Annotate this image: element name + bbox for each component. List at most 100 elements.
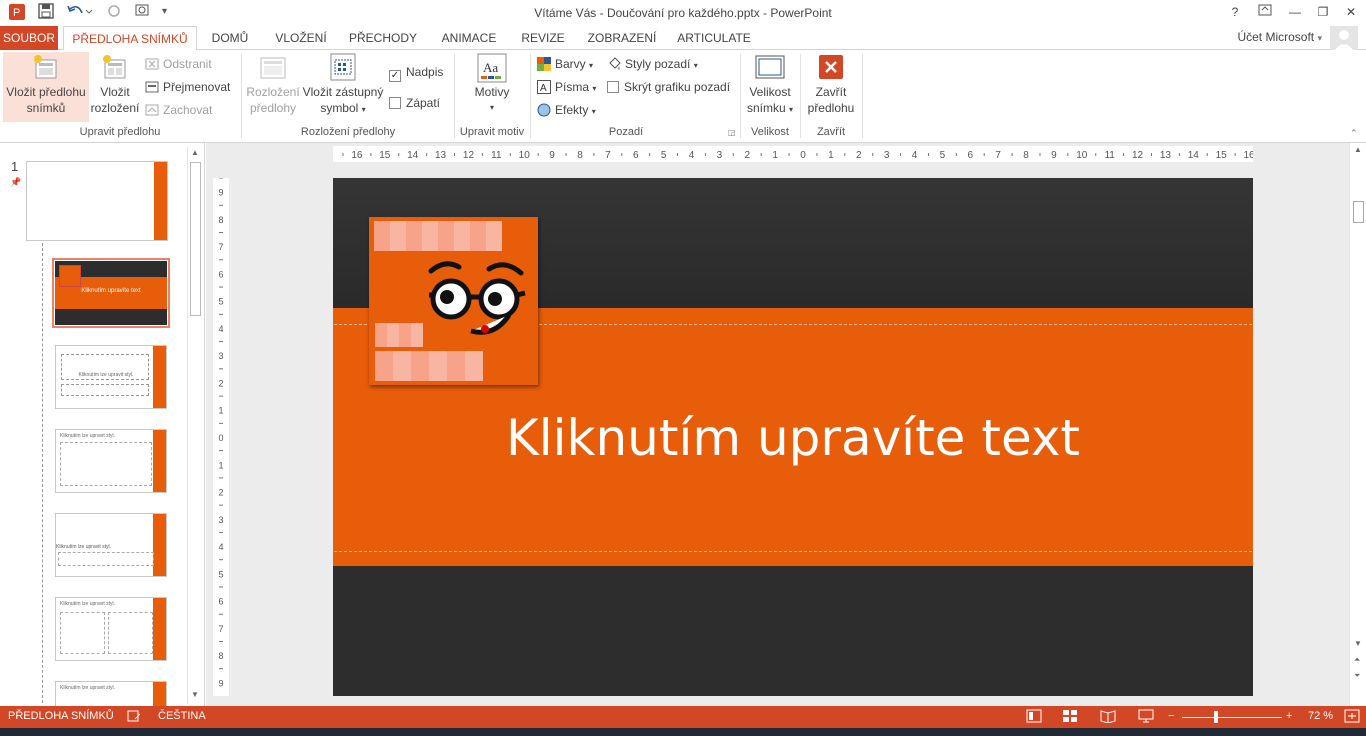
dialog-launcher-icon[interactable]: ◲: [728, 128, 736, 137]
master-layout-button[interactable]: Rozložení předlohy: [245, 52, 301, 116]
ruler-label: 13: [435, 150, 447, 161]
smiley-face-icon: [428, 261, 526, 335]
scroll-down-icon[interactable]: ▼: [1354, 639, 1362, 648]
slideshow-icon[interactable]: [1138, 709, 1154, 726]
help-button[interactable]: ?: [1224, 3, 1246, 21]
thumbnail-accent: [153, 514, 166, 576]
master-layout-label-1: Rozložení: [246, 85, 300, 99]
insert-layout-button[interactable]: Vložit rozložení: [90, 52, 140, 116]
ribbon-display-icon[interactable]: [1254, 3, 1276, 21]
master-thumbnail[interactable]: [26, 161, 168, 241]
scroll-up-icon[interactable]: ▲: [1354, 145, 1362, 154]
insert-placeholder-label-1: Vložit zástupný: [302, 85, 384, 99]
pin-icon: 📌: [10, 177, 22, 187]
collapse-ribbon-icon[interactable]: ⌃: [1350, 128, 1358, 139]
tab-articulate[interactable]: ARTICULATE: [673, 26, 755, 50]
tab-soubor[interactable]: SOUBOR: [0, 26, 58, 50]
scrollbar-thumb[interactable]: [1353, 201, 1364, 223]
tab-animace[interactable]: ANIMACE: [433, 26, 505, 50]
slide-sorter-icon[interactable]: [1062, 709, 1078, 726]
layout-thumbnail[interactable]: Kliknutím lze upravit styl.: [55, 345, 167, 409]
horizontal-ruler: 16 15 14 13 12 11 10 9 8 7 6 5 4 3 2 1 0 1 2 3 4 5 6 7 8 9 10 11 12 1…: [333, 146, 1255, 162]
rename-button[interactable]: Přejmenovat: [145, 77, 230, 97]
title-checkbox[interactable]: ✓ Nadpis: [389, 62, 443, 82]
zoom-in-button[interactable]: +: [1286, 710, 1292, 722]
scroll-down-icon[interactable]: ▼: [191, 690, 199, 699]
thumbnail-placeholder: [58, 552, 154, 566]
group-separator: [862, 54, 863, 138]
hide-background-checkbox[interactable]: Skrýt grafiku pozadí: [607, 77, 730, 97]
preserve-button[interactable]: Zachovat: [145, 100, 212, 120]
group-separator: [241, 54, 242, 138]
layout-thumbnail[interactable]: Kliknutím lze upravit styl.: [55, 513, 167, 577]
thumbnail-accent: [153, 682, 166, 706]
group-label-master-layout: Rozložení předlohy: [300, 126, 396, 138]
editor-scrollbar[interactable]: ▲ ▼ ⏶ ⏷: [1349, 143, 1366, 706]
ruler-label: 8: [218, 651, 223, 661]
close-master-button[interactable]: Zavřít předlohu: [804, 52, 858, 116]
scrollbar-thumb[interactable]: [190, 162, 201, 316]
taskbar: [0, 728, 1366, 736]
avatar[interactable]: [1330, 26, 1358, 50]
colors-button[interactable]: Barvy ▾: [537, 54, 593, 74]
window-title: Vítáme Vás - Doučování pro každého.pptx …: [534, 6, 832, 20]
zoom-slider-thumb[interactable]: [1214, 711, 1218, 723]
close-window-button[interactable]: ✕: [1340, 3, 1362, 21]
thumbnail-text: Kliknutím lze upravit styl.: [60, 685, 116, 691]
layout-thumbnail[interactable]: Kliknutím lze upravit styl.: [55, 597, 167, 661]
restore-button[interactable]: ❐: [1312, 3, 1334, 21]
insert-layout-label-1: Vložit: [100, 85, 130, 99]
ruler-label: 8: [1023, 150, 1029, 161]
layout-thumbnail[interactable]: Kliknutím lze upravit styl.: [55, 429, 167, 493]
status-language[interactable]: ČEŠTINA: [158, 710, 206, 722]
fit-to-window-icon[interactable]: [1344, 709, 1360, 726]
svg-text:A: A: [540, 83, 547, 94]
slide-canvas[interactable]: Kliknutím upravíte text: [333, 178, 1253, 696]
preserve-label: Zachovat: [163, 103, 213, 117]
master-layout-label-2: předlohy: [249, 101, 297, 115]
scroll-up-icon[interactable]: ▲: [191, 148, 199, 157]
ruler-label: 0: [800, 150, 806, 161]
themes-button[interactable]: Aa Motivy ▾: [465, 52, 519, 116]
tab-revize[interactable]: REVIZE: [514, 26, 572, 50]
effects-button[interactable]: Efekty ▾: [537, 100, 596, 120]
status-view-label: PŘEDLOHA SNÍMKŮ: [8, 710, 114, 722]
tab-prechody[interactable]: PŘECHODY: [345, 26, 421, 50]
slide-size-label-2-text: snímku: [746, 101, 786, 115]
tab-vlozeni[interactable]: VLOŽENÍ: [268, 26, 334, 50]
zoom-slider-track[interactable]: [1182, 717, 1282, 718]
next-slide-icon[interactable]: ⏷: [1354, 671, 1360, 681]
account-menu[interactable]: Účet Microsoft ▾: [1237, 30, 1322, 44]
layout-thumbnail[interactable]: Kliknutím lze upravit styl.: [55, 681, 167, 706]
checkbox-unchecked-icon: [389, 97, 401, 109]
delete-button[interactable]: Odstranit: [145, 54, 212, 74]
slide-size-button[interactable]: Velikost snímku ▾: [744, 52, 796, 118]
slide-size-icon: [754, 52, 786, 82]
footer-checkbox[interactable]: Zápatí: [389, 93, 440, 113]
minimize-button[interactable]: —: [1284, 3, 1306, 21]
fonts-button[interactable]: A Písma ▾: [537, 77, 596, 97]
previous-slide-icon[interactable]: ⏶: [1354, 655, 1360, 665]
ruler-label: 16: [1243, 150, 1253, 161]
zoom-out-button[interactable]: −: [1168, 710, 1174, 722]
thumbnail-placeholder: [60, 442, 152, 486]
layout-thumbnail-title[interactable]: Kliknutím upravíte text: [55, 261, 167, 325]
slide-title[interactable]: Kliknutím upravíte text: [333, 406, 1253, 470]
ruler-label: 6: [218, 269, 223, 279]
reading-view-icon[interactable]: [1100, 709, 1116, 726]
ruler-label: 11: [491, 150, 502, 161]
background-styles-button[interactable]: Styly pozadí ▾: [607, 54, 698, 74]
tab-predloha-snimku[interactable]: PŘEDLOHA SNÍMKŮ: [63, 26, 197, 51]
tab-domu[interactable]: DOMŮ: [200, 26, 260, 50]
zoom-level[interactable]: 72 %: [1308, 710, 1333, 722]
insert-placeholder-button[interactable]: Vložit zástupný symbol ▾: [302, 52, 384, 118]
tab-zobrazeni[interactable]: ZOBRAZENÍ: [582, 26, 662, 50]
ruler-label: 4: [218, 324, 223, 334]
notes-icon[interactable]: [127, 709, 141, 726]
insert-master-button[interactable]: Vložit předlohu snímků: [3, 52, 89, 122]
insert-layout-label-2: rozložení: [90, 101, 140, 115]
thumbnail-pane: 1 📌 Kliknutím upravíte text Kliknutím lz…: [0, 143, 205, 706]
thumbnail-scrollbar[interactable]: ▲ ▼: [187, 146, 203, 704]
thumbnail-logo: [59, 265, 81, 287]
normal-view-icon[interactable]: [1026, 709, 1042, 726]
